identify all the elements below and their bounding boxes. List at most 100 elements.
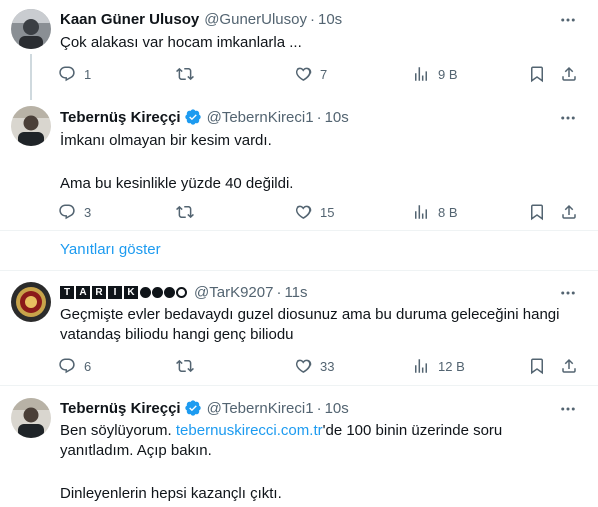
name-letter: I — [108, 285, 122, 299]
more-options-icon[interactable] — [558, 283, 578, 303]
views-count: 12 B — [438, 358, 465, 374]
views-button[interactable]: 9 B — [412, 64, 458, 84]
author-name[interactable]: T A R I K — [60, 285, 188, 299]
timestamp[interactable]: 11s — [284, 284, 307, 301]
avatar[interactable] — [11, 282, 51, 322]
reply-icon — [59, 66, 75, 82]
reply-count: 3 — [84, 204, 92, 220]
bookmark-button[interactable] — [528, 64, 546, 84]
reply-count: 1 — [84, 66, 92, 82]
name-letter: A — [76, 285, 90, 299]
author-handle[interactable]: @TarK9207 — [194, 284, 273, 301]
share-button[interactable] — [560, 202, 578, 222]
views-chart-icon — [415, 359, 427, 373]
share-button[interactable] — [560, 356, 578, 376]
tweet-header: Tebernüş Kireççi @TebernKireci1 · 10s — [60, 107, 558, 127]
action-bar: 1 7 9 B — [58, 64, 580, 84]
retweet-button[interactable] — [176, 64, 202, 84]
tweet-text-line: Çok alakası var hocam imkanlarla ... — [60, 34, 302, 51]
author-handle[interactable]: @TebernKireci1 — [207, 109, 314, 126]
views-button[interactable]: 8 B — [412, 202, 458, 222]
views-button[interactable]: 12 B — [412, 356, 465, 376]
separator-dot: · — [316, 108, 322, 126]
like-count: 33 — [320, 358, 335, 374]
more-options-icon[interactable] — [558, 108, 578, 128]
like-count: 7 — [320, 66, 328, 82]
tweet-header: T A R I K @TarK9207 · 11s — [60, 282, 558, 302]
avatar[interactable] — [11, 9, 51, 49]
tweet-text-line: Dinleyenlerin hepsi kazançlı çıktı. — [60, 485, 282, 502]
tweet-text: Ben söylüyorum. tebernuskirecci.com.tr'd… — [60, 421, 582, 504]
heart-icon — [295, 205, 312, 219]
author-name[interactable]: Kaan Güner Ulusoy — [60, 11, 199, 28]
divider — [0, 385, 598, 386]
separator-dot: · — [276, 283, 282, 301]
retweet-icon — [176, 205, 194, 219]
thread-line — [30, 54, 32, 100]
avatar[interactable] — [11, 398, 51, 438]
tweet-header: Tebernüş Kireççi @TebernKireci1 · 10s — [60, 398, 558, 418]
reply-button[interactable]: 6 — [58, 356, 91, 376]
bookmark-icon — [531, 66, 543, 83]
like-count: 15 — [320, 204, 335, 220]
verified-badge-icon — [184, 108, 202, 126]
name-letter: K — [124, 285, 138, 299]
tweet-header: Kaan Güner Ulusoy @GunerUlusoy · 10s — [60, 9, 558, 29]
avatar[interactable] — [11, 106, 51, 146]
reply-icon — [59, 204, 75, 220]
like-button[interactable]: 7 — [294, 64, 327, 84]
tweet-text-line: Ben söylüyorum. tebernuskirecci.com.tr'd… — [60, 421, 582, 441]
name-letter: T — [60, 285, 74, 299]
author-handle[interactable]: @GunerUlusoy — [204, 11, 307, 28]
tweet-text: Çok alakası var hocam imkanlarla ... — [60, 33, 582, 53]
heart-icon — [295, 359, 312, 373]
views-chart-icon — [415, 205, 427, 219]
bookmark-icon — [531, 204, 543, 221]
circle-emoji-icon — [164, 286, 175, 298]
divider — [0, 270, 598, 271]
heart-icon — [295, 67, 312, 81]
more-options-icon[interactable] — [558, 399, 578, 419]
more-options-icon[interactable] — [558, 10, 578, 30]
retweet-icon — [176, 359, 194, 373]
circle-emoji-icon — [176, 286, 187, 298]
timestamp[interactable]: 10s — [325, 400, 349, 417]
share-icon — [562, 358, 576, 373]
tweet-text-line: Geçmişte evler bedavaydı guzel diosunuz … — [60, 306, 560, 323]
separator-dot: · — [309, 10, 315, 28]
bookmark-button[interactable] — [528, 202, 546, 222]
author-name[interactable]: Tebernüş Kireççi — [60, 400, 181, 417]
reply-button[interactable]: 1 — [58, 64, 91, 84]
circle-emoji-icon — [140, 286, 151, 298]
reply-count: 6 — [84, 358, 92, 374]
like-button[interactable]: 33 — [294, 356, 334, 376]
author-name[interactable]: Tebernüş Kireççi — [60, 109, 181, 126]
timestamp[interactable]: 10s — [318, 11, 342, 28]
circle-emoji-icon — [152, 286, 163, 298]
action-bar: 6 33 12 B — [58, 356, 580, 376]
retweet-button[interactable] — [176, 202, 202, 222]
tweet-text-segment: Ben söylüyorum. — [60, 422, 176, 439]
tweet-text: Geçmişte evler bedavaydı guzel diosunuz … — [60, 305, 582, 345]
tweet-text-line: yanıtladım. Açıp bakın. — [60, 442, 212, 459]
bookmark-icon — [531, 358, 543, 375]
share-button[interactable] — [560, 64, 578, 84]
show-replies-link[interactable]: Yanıtları göster — [60, 241, 161, 258]
name-letter: R — [92, 285, 106, 299]
tweet-text-segment: 'de 100 binin üzerinde soru — [322, 422, 503, 439]
bookmark-button[interactable] — [528, 356, 546, 376]
views-count: 8 B — [438, 204, 458, 220]
website-link[interactable]: tebernuskirecci.com.tr — [176, 422, 323, 439]
divider — [0, 230, 598, 231]
action-bar: 3 15 8 B — [58, 202, 580, 222]
tweet-text-line: Ama bu kesinlikle yüzde 40 değildi. — [60, 175, 294, 192]
tweet-text: İmkanı olmayan bir kesim vardı. Ama bu k… — [60, 131, 582, 194]
retweet-icon — [176, 67, 194, 81]
like-button[interactable]: 15 — [294, 202, 334, 222]
retweet-button[interactable] — [176, 356, 202, 376]
reply-button[interactable]: 3 — [58, 202, 91, 222]
author-handle[interactable]: @TebernKireci1 — [207, 400, 314, 417]
verified-badge-icon — [184, 399, 202, 417]
timestamp[interactable]: 10s — [325, 109, 349, 126]
views-chart-icon — [415, 67, 427, 81]
